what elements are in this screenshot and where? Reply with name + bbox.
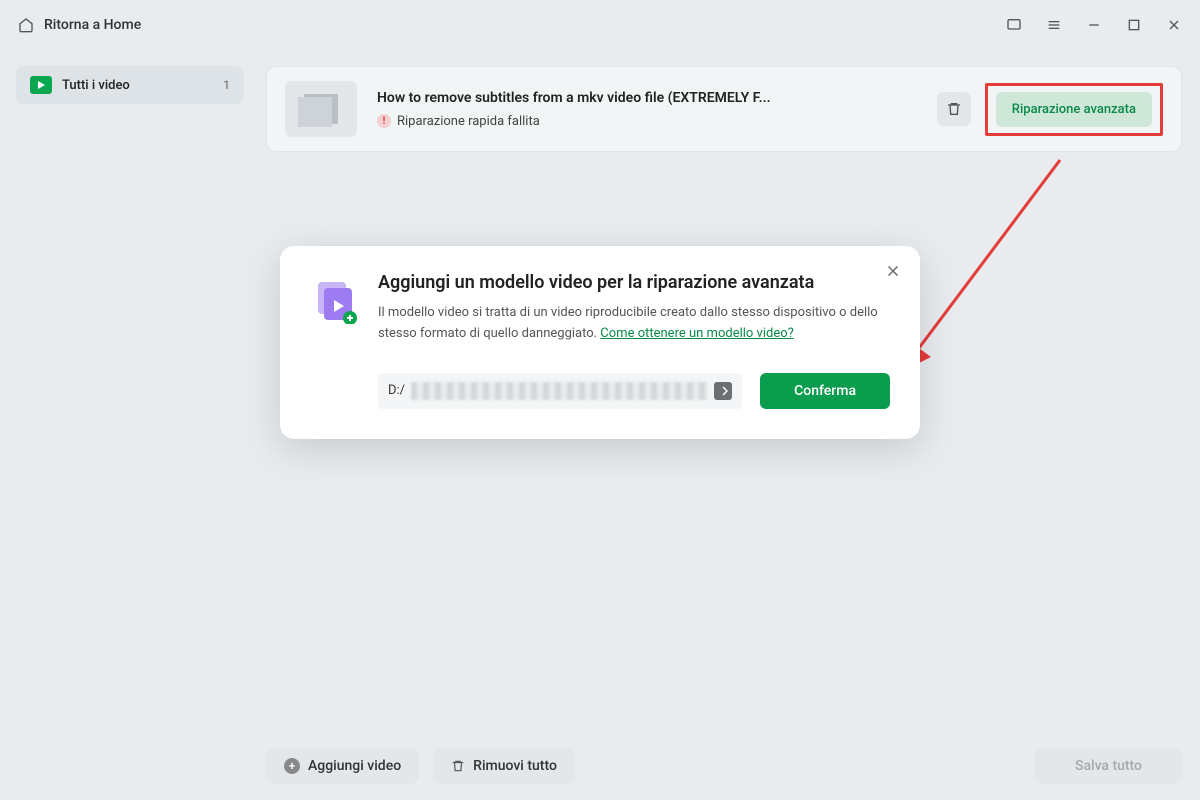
path-prefix: D:/ <box>388 383 405 398</box>
modal-description: Il modello video si tratta di un video r… <box>378 303 890 345</box>
path-redacted <box>411 382 708 400</box>
browse-icon[interactable] <box>714 382 732 400</box>
sample-path-field[interactable]: D:/ <box>378 373 742 409</box>
close-icon[interactable] <box>884 262 902 280</box>
add-sample-modal: Aggiungi un modello video per la riparaz… <box>280 246 920 439</box>
modal-help-link[interactable]: Come ottenere un modello video? <box>600 326 794 341</box>
modal-title: Aggiungi un modello video per la riparaz… <box>378 272 890 293</box>
modal-overlay: Aggiungi un modello video per la riparaz… <box>0 0 1200 800</box>
confirm-button[interactable]: Conferma <box>760 373 890 409</box>
video-sample-icon <box>310 276 358 324</box>
